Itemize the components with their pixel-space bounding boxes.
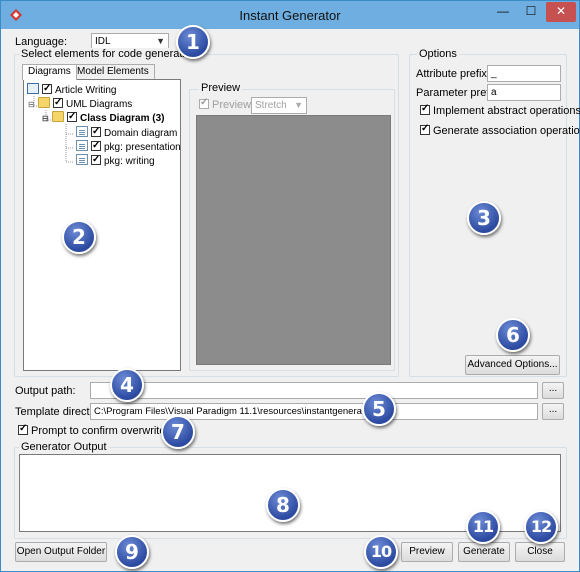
close-window-button[interactable]: ✕ xyxy=(546,2,576,22)
domain-diagram-checkbox[interactable] xyxy=(91,125,101,139)
chevron-down-icon: ▼ xyxy=(294,100,303,110)
parameter-prefix-input[interactable]: a xyxy=(487,84,561,101)
tree-node-label: UML Diagrams xyxy=(66,99,133,110)
preview-button[interactable]: Preview xyxy=(401,542,453,562)
folder-icon xyxy=(38,97,50,108)
folder-icon xyxy=(52,111,64,122)
tab-diagrams[interactable]: Diagrams xyxy=(22,64,77,80)
chevron-down-icon: ▼ xyxy=(156,36,165,46)
article-writing-checkbox[interactable] xyxy=(42,82,52,96)
minimize-button[interactable]: — xyxy=(491,2,515,22)
instant-generator-window: Instant Generator — ☐ ✕ Language: IDL ▼ … xyxy=(0,0,580,572)
callout-badge-8: 8 xyxy=(266,488,300,522)
callout-badge-2: 2 xyxy=(62,220,96,254)
attribute-prefix-input[interactable]: _ xyxy=(487,65,561,82)
callout-badge-1: 1 xyxy=(176,25,210,59)
tree-node-pkg-writing[interactable]: pkg: writing xyxy=(76,153,155,168)
options-group-title: Options xyxy=(417,48,459,60)
diagram-tree[interactable]: Article Writing ⊟ UML Diagrams ⊟ Class Dia… xyxy=(23,79,181,371)
advanced-options-button[interactable]: Advanced Options... xyxy=(465,355,560,375)
project-icon xyxy=(27,83,39,94)
collapse-icon[interactable]: ⊟ xyxy=(28,98,36,112)
callout-badge-6: 6 xyxy=(496,318,530,352)
preview-checkbox: Preview xyxy=(199,97,252,111)
prompt-overwrite-label: Prompt to confirm overwrite file xyxy=(31,425,183,437)
class-diagram-checkbox[interactable] xyxy=(67,110,77,124)
output-path-label: Output path: xyxy=(15,385,76,397)
preview-canvas xyxy=(196,115,391,365)
tree-node-label: pkg: presentation xyxy=(104,142,181,153)
callout-badge-12: 12 xyxy=(524,510,558,544)
preview-checkbox-box xyxy=(199,97,209,109)
implement-abstract-label: Implement abstract operations xyxy=(433,105,580,117)
implement-abstract-checkbox[interactable]: Implement abstract operations xyxy=(420,103,580,117)
title-bar[interactable]: Instant Generator — ☐ ✕ xyxy=(1,1,579,29)
callout-badge-11: 11 xyxy=(466,510,500,544)
callout-badge-5: 5 xyxy=(362,392,396,426)
generate-button[interactable]: Generate xyxy=(458,542,510,562)
implement-abstract-checkbox-box[interactable] xyxy=(420,103,430,115)
preview-group-title: Preview xyxy=(199,82,243,94)
tree-node-label: Class Diagram (3) xyxy=(80,113,165,124)
callout-badge-9: 9 xyxy=(115,535,149,569)
uml-diagrams-checkbox[interactable] xyxy=(53,96,63,110)
tree-node-class-diagram[interactable]: ⊟ Class Diagram (3) xyxy=(42,110,165,126)
generate-association-label: Generate association operations xyxy=(433,125,580,137)
output-path-browse-button[interactable]: ... xyxy=(542,382,564,399)
maximize-button[interactable]: ☐ xyxy=(519,2,543,22)
callout-badge-10: 10 xyxy=(364,535,398,569)
open-output-folder-button[interactable]: Open Output Folder xyxy=(15,542,107,562)
tree-node-domain-diagram[interactable]: Domain diagram xyxy=(76,125,178,140)
class-diagram-icon xyxy=(76,154,88,165)
language-select-value: IDL xyxy=(95,36,111,47)
callout-badge-7: 7 xyxy=(161,415,195,449)
prompt-overwrite-checkbox[interactable]: Prompt to confirm overwrite file xyxy=(18,423,183,437)
prompt-overwrite-checkbox-box[interactable] xyxy=(18,423,28,435)
preview-checkbox-label: Preview xyxy=(212,99,252,111)
collapse-icon[interactable]: ⊟ xyxy=(42,112,50,126)
tree-node-label: Domain diagram xyxy=(104,128,178,139)
tab-model-elements[interactable]: Model Elements xyxy=(71,64,155,79)
pkg-presentation-checkbox[interactable] xyxy=(91,139,101,153)
preview-mode-value: Stretch xyxy=(255,100,287,111)
tree-node-uml-diagrams[interactable]: ⊟ UML Diagrams xyxy=(28,96,133,112)
attribute-prefix-label: Attribute prefix: xyxy=(416,68,490,80)
preview-mode-select: Stretch ▼ xyxy=(251,97,307,114)
language-label: Language: xyxy=(15,36,67,48)
template-directory-browse-button[interactable]: ... xyxy=(542,403,564,420)
callout-badge-3: 3 xyxy=(467,201,501,235)
tree-node-article-writing[interactable]: Article Writing xyxy=(27,82,117,97)
callout-badge-4: 4 xyxy=(110,368,144,402)
generator-output-title: Generator Output xyxy=(19,441,109,453)
output-path-input[interactable] xyxy=(90,382,538,399)
class-diagram-icon xyxy=(76,126,88,137)
class-diagram-icon xyxy=(76,140,88,151)
generate-association-checkbox[interactable]: Generate association operations xyxy=(420,123,580,137)
close-button[interactable]: Close xyxy=(515,542,565,562)
template-directory-input[interactable]: C:\Program Files\Visual Paradigm 11.1\re… xyxy=(90,403,538,420)
tree-node-label: Article Writing xyxy=(55,85,117,96)
pkg-writing-checkbox[interactable] xyxy=(91,153,101,167)
tree-node-label: pkg: writing xyxy=(104,156,155,167)
generate-association-checkbox-box[interactable] xyxy=(420,123,430,135)
select-elements-group-title: Select elements for code generation xyxy=(19,48,200,60)
tree-node-pkg-presentation[interactable]: pkg: presentation xyxy=(76,139,181,154)
